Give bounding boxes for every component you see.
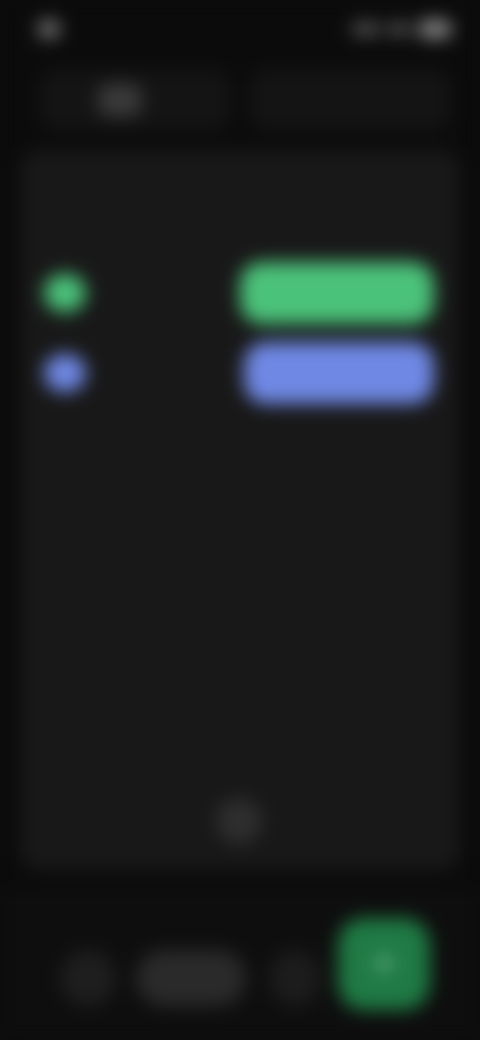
legend-label	[104, 358, 254, 386]
page-indicator-dot	[216, 798, 262, 844]
legend-bar-blue[interactable]	[244, 342, 434, 404]
legend-row[interactable]	[44, 342, 454, 404]
home-button[interactable]	[136, 950, 246, 1006]
system-icons	[352, 18, 452, 40]
tab-left[interactable]	[40, 70, 230, 130]
status-time	[30, 16, 100, 42]
legend-bar-green[interactable]	[240, 262, 434, 324]
status-bar	[0, 0, 480, 60]
battery-icon	[418, 20, 452, 38]
section-title	[54, 200, 254, 230]
wifi-icon	[388, 24, 410, 34]
bottom-nav: +	[0, 890, 480, 1040]
list-icon	[98, 84, 142, 116]
plus-icon: +	[372, 943, 396, 985]
legend-swatch-green	[44, 274, 86, 312]
legend-swatch-blue	[44, 354, 86, 392]
back-button[interactable]	[60, 950, 116, 1006]
top-bar	[20, 60, 460, 140]
add-button[interactable]: +	[338, 918, 430, 1010]
app-screen: +	[0, 0, 480, 1040]
legend-row[interactable]	[44, 262, 454, 324]
legend-label	[104, 278, 254, 306]
main-card	[20, 150, 460, 870]
signal-icon	[352, 24, 380, 34]
tab-right[interactable]	[250, 70, 450, 130]
recent-button[interactable]	[270, 950, 320, 1006]
